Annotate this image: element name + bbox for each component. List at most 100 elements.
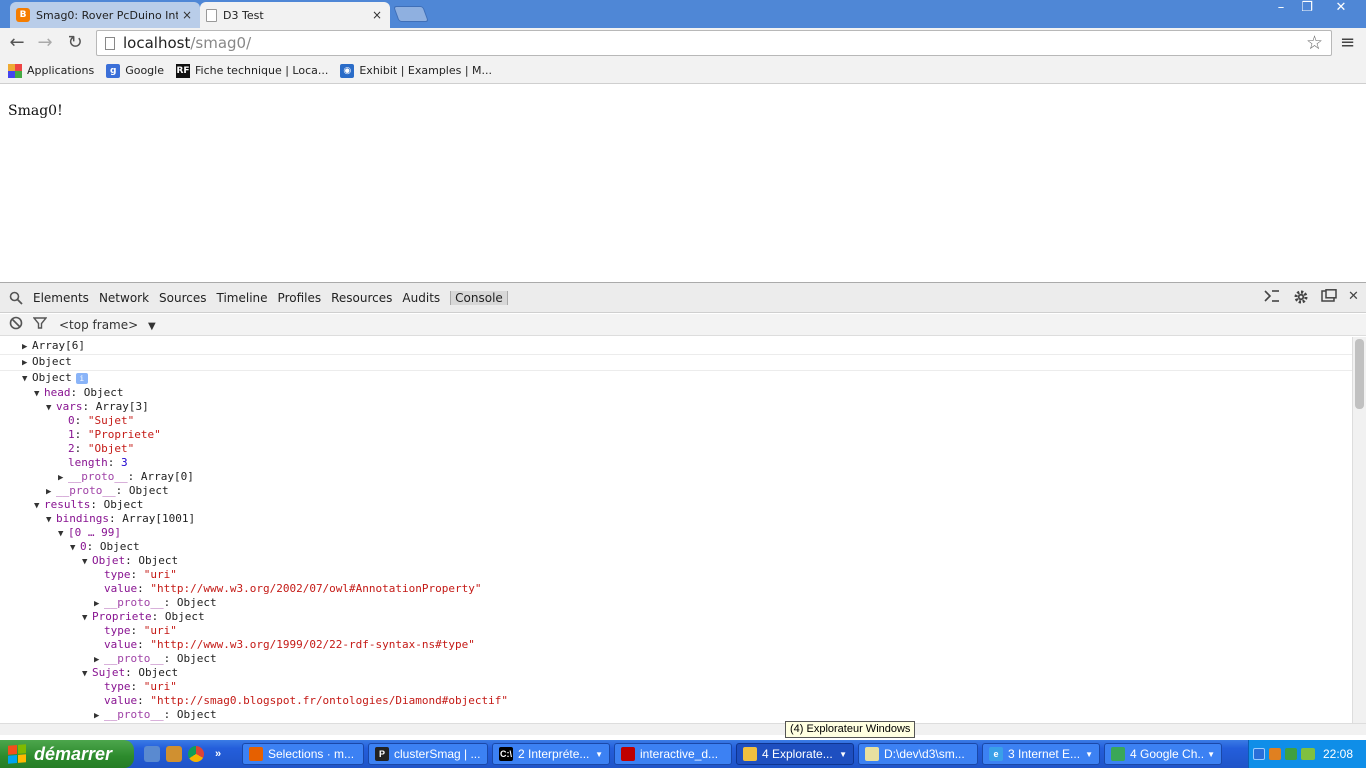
search-icon[interactable] bbox=[9, 291, 23, 305]
console-tree-row[interactable]: ▼ [0 … 99] bbox=[58, 526, 121, 540]
tab-resources[interactable]: Resources bbox=[331, 291, 392, 305]
taskbar-button[interactable]: 4 Explorate... ▼ bbox=[736, 743, 854, 765]
console-tree-row[interactable]: ▶ Array[6] bbox=[22, 339, 85, 353]
clear-console-icon[interactable] bbox=[9, 316, 23, 333]
console-tree-row[interactable]: ▼ bindings: Array[1001] bbox=[46, 512, 195, 526]
expand-triangle-icon[interactable]: ▶ bbox=[58, 471, 68, 485]
tray-network-icon[interactable] bbox=[1285, 748, 1297, 760]
reload-button[interactable]: ↻ bbox=[64, 32, 86, 54]
expand-triangle-icon[interactable]: ▶ bbox=[94, 653, 104, 667]
show-desktop-icon[interactable] bbox=[144, 746, 160, 762]
chrome-icon bbox=[1111, 747, 1125, 761]
collapse-triangle-icon[interactable]: ▼ bbox=[82, 555, 92, 569]
collapse-triangle-icon[interactable]: ▼ bbox=[34, 499, 44, 513]
address-bar[interactable]: localhost/smag0/ ☆ bbox=[96, 30, 1332, 56]
clock[interactable]: 22:08 bbox=[1323, 747, 1353, 761]
taskbar-button[interactable]: D:\dev\d3\sm... bbox=[858, 743, 978, 765]
taskbar-button[interactable]: 4 Google Ch... ▼ bbox=[1104, 743, 1222, 765]
console-drawer-icon[interactable] bbox=[1264, 289, 1280, 307]
taskbar-button[interactable]: Selections · m... bbox=[242, 743, 364, 765]
console-tree-row[interactable]: ▼ Sujet: Object bbox=[82, 666, 178, 680]
console-tree-row: 2: "Objet" bbox=[68, 442, 135, 455]
taskbar-button-label: 3 Internet E... bbox=[1008, 747, 1081, 761]
console-tree-row[interactable]: ▶ __proto__: Object bbox=[94, 596, 217, 610]
taskbar-button[interactable]: C:\ 2 Interpréte... ▼ bbox=[492, 743, 610, 765]
console-tree-row[interactable]: ▼ 0: Object bbox=[70, 540, 140, 554]
console-tree-row[interactable]: ▶ __proto__: Object bbox=[46, 484, 169, 498]
console-tree-row[interactable]: ▶ __proto__: Object bbox=[94, 652, 217, 666]
tab-close-icon[interactable]: × bbox=[372, 8, 382, 22]
frame-selector[interactable]: <top frame> ▼ bbox=[59, 318, 156, 332]
tab-console[interactable]: Console bbox=[450, 290, 508, 305]
expand-triangle-icon[interactable]: ▶ bbox=[94, 709, 104, 723]
tray-expand-icon[interactable] bbox=[1253, 748, 1265, 760]
bookmark-exhibit[interactable]: ◉ Exhibit | Examples | M... bbox=[340, 63, 492, 78]
expand-triangle-icon[interactable]: ▶ bbox=[22, 356, 32, 370]
console-tree-row[interactable]: ▼ head: Object bbox=[34, 386, 124, 400]
console-horizontal-scrollbar[interactable] bbox=[0, 723, 1366, 735]
back-button[interactable]: ← bbox=[6, 32, 28, 54]
console-tree-row[interactable]: ▶ Object bbox=[22, 355, 72, 369]
tray-app-icon[interactable] bbox=[1269, 748, 1281, 760]
taskbar-button[interactable]: interactive_d... bbox=[614, 743, 732, 765]
tab-sources[interactable]: Sources bbox=[159, 291, 206, 305]
expand-triangle-icon[interactable]: ▶ bbox=[22, 340, 32, 354]
collapse-triangle-icon[interactable]: ▼ bbox=[34, 387, 44, 401]
bookmark-fiche-technique[interactable]: RF Fiche technique | Loca... bbox=[176, 63, 328, 78]
quicklaunch-app-icon[interactable] bbox=[166, 746, 182, 762]
new-tab-button[interactable] bbox=[393, 6, 429, 22]
collapse-triangle-icon[interactable]: ▼ bbox=[82, 611, 92, 625]
console-tree-row[interactable]: ▼ Propriete: Object bbox=[82, 610, 205, 624]
bookmark-applications[interactable]: Applications bbox=[8, 63, 94, 78]
collapse-triangle-icon[interactable]: ▼ bbox=[46, 513, 56, 527]
expand-triangle-icon[interactable]: ▶ bbox=[46, 485, 56, 499]
window-close-button[interactable]: ✕ bbox=[1326, 0, 1356, 18]
notepad-icon bbox=[865, 747, 879, 761]
property-key: value bbox=[104, 582, 138, 595]
console-tree-row: 1: "Propriete" bbox=[68, 428, 161, 441]
tab-close-icon[interactable]: × bbox=[182, 8, 192, 22]
expand-triangle-icon[interactable]: ▶ bbox=[94, 597, 104, 611]
more-chevron-icon[interactable]: » bbox=[210, 746, 226, 762]
bookmark-star-icon[interactable]: ☆ bbox=[1306, 32, 1323, 54]
tab-smag0-blog[interactable]: B Smag0: Rover PcDuino Introd × bbox=[10, 2, 200, 28]
bookmark-google[interactable]: g Google bbox=[106, 63, 164, 78]
chrome-icon[interactable] bbox=[188, 746, 204, 762]
window-maximize-button[interactable]: ❐ bbox=[1294, 0, 1320, 18]
settings-gear-icon[interactable] bbox=[1293, 289, 1309, 309]
property-value: "http://www.w3.org/1999/02/22-rdf-syntax… bbox=[150, 638, 475, 651]
devtools-close-icon[interactable]: ✕ bbox=[1348, 289, 1359, 304]
signal-icon[interactable] bbox=[1301, 748, 1315, 760]
tab-audits[interactable]: Audits bbox=[402, 291, 440, 305]
tab-timeline[interactable]: Timeline bbox=[217, 291, 268, 305]
apps-grid-icon bbox=[8, 63, 22, 78]
collapse-triangle-icon[interactable]: ▼ bbox=[82, 667, 92, 681]
taskbar-button[interactable]: e 3 Internet E... ▼ bbox=[982, 743, 1100, 765]
console-tree-row[interactable]: ▶ __proto__: Array[0] bbox=[58, 470, 194, 484]
collapse-triangle-icon[interactable]: ▼ bbox=[46, 401, 56, 415]
console-tree-row[interactable]: ▼ results: Object bbox=[34, 498, 143, 512]
console-tree-row[interactable]: ▼ vars: Array[3] bbox=[46, 400, 149, 414]
tab-network[interactable]: Network bbox=[99, 291, 149, 305]
console-vertical-scrollbar[interactable] bbox=[1352, 337, 1366, 723]
collapse-triangle-icon[interactable]: ▼ bbox=[22, 372, 32, 386]
forward-button[interactable]: → bbox=[34, 32, 56, 54]
collapse-triangle-icon[interactable]: ▼ bbox=[58, 527, 68, 541]
console-tree-row[interactable]: ▼ Object i bbox=[22, 371, 88, 385]
task-buttons: Selections · m... PclusterSmag | ... C:\ 2 … bbox=[242, 743, 1226, 765]
console-tree-row[interactable]: ▶ __proto__: Object bbox=[94, 708, 217, 722]
window-minimize-button[interactable]: – bbox=[1268, 0, 1294, 18]
collapse-triangle-icon[interactable]: ▼ bbox=[70, 541, 80, 555]
tab-profiles[interactable]: Profiles bbox=[278, 291, 322, 305]
chrome-menu-icon[interactable]: ≡ bbox=[1340, 32, 1355, 53]
start-button[interactable]: démarrer bbox=[0, 740, 134, 768]
info-badge-icon[interactable]: i bbox=[75, 373, 88, 384]
console-tree-row[interactable]: ▼ Objet: Object bbox=[82, 554, 178, 568]
dock-icon[interactable] bbox=[1321, 289, 1337, 307]
property-value: Object bbox=[138, 666, 179, 679]
tab-d3-test[interactable]: D3 Test × bbox=[200, 2, 390, 28]
scrollbar-thumb[interactable] bbox=[1355, 339, 1364, 409]
taskbar-button[interactable]: PclusterSmag | ... bbox=[368, 743, 488, 765]
filter-icon[interactable] bbox=[32, 316, 48, 333]
tab-elements[interactable]: Elements bbox=[33, 291, 89, 305]
